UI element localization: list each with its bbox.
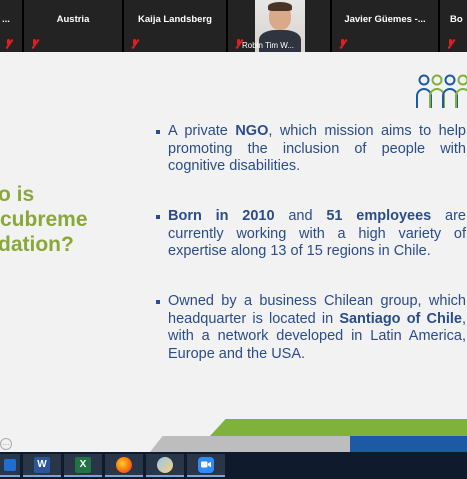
- shared-slide: o is cubreme dation? A private NGO, whic…: [0, 52, 467, 452]
- question-line: cubreme: [0, 208, 88, 231]
- mic-muted-icon: [130, 39, 139, 48]
- mic-muted-icon: [30, 39, 39, 48]
- windows-icon: [4, 458, 16, 471]
- people-icon: [416, 74, 467, 108]
- mic-muted-icon: [338, 39, 347, 48]
- zoom-icon: [198, 456, 214, 473]
- more-options-button[interactable]: ...: [0, 438, 12, 450]
- firefox-icon: [116, 456, 132, 473]
- excel-icon: X: [75, 456, 91, 473]
- taskbar-firefox[interactable]: [105, 454, 143, 477]
- bullet-marker: [156, 215, 160, 219]
- participant-strip: ... Austria Kaija Landsberg Robin Tim W.…: [0, 0, 467, 52]
- taskbar-paint[interactable]: [146, 454, 184, 477]
- participant-name: Austria: [56, 14, 90, 25]
- taskbar-excel[interactable]: X: [64, 454, 102, 477]
- paint-icon: [157, 456, 173, 473]
- taskbar-start[interactable]: [0, 454, 20, 477]
- participant-video-tile[interactable]: Robin Tim W...: [228, 0, 332, 52]
- decorative-stripe: [350, 436, 467, 452]
- slide-bullet: Owned by a business Chilean group, which…: [156, 293, 466, 363]
- participant-tile[interactable]: Austria: [24, 0, 124, 52]
- taskbar: W X: [0, 452, 467, 479]
- bullet-marker: [156, 300, 160, 304]
- mic-muted-icon: [446, 39, 455, 48]
- participant-tile[interactable]: ...: [0, 0, 24, 52]
- participant-name: Robin Tim W...: [242, 41, 295, 50]
- bullet-marker: [156, 130, 160, 134]
- participant-tile[interactable]: Bo: [440, 0, 467, 52]
- mic-muted-icon: [4, 39, 13, 48]
- participant-name: Kaija Landsberg: [138, 14, 212, 25]
- decorative-stripe: [150, 436, 360, 452]
- question-line: o is: [0, 183, 35, 206]
- participant-name: Javier Güemes -...: [344, 14, 426, 25]
- slide-question-title: o is cubreme dation?: [0, 182, 88, 257]
- taskbar-zoom[interactable]: [187, 454, 225, 477]
- decorative-stripe: [210, 419, 467, 436]
- participant-tile[interactable]: Kaija Landsberg: [124, 0, 228, 52]
- word-icon: W: [34, 456, 50, 473]
- taskbar-word[interactable]: W: [23, 454, 61, 477]
- participant-tile[interactable]: Javier Güemes -...: [332, 0, 440, 52]
- participant-name: Bo: [450, 14, 463, 25]
- participant-name: ...: [2, 14, 10, 25]
- question-line: dation?: [0, 233, 74, 256]
- slide-bullet: Born in 2010 and 51 employees are curren…: [156, 208, 466, 261]
- slide-bullet: A private NGO, which mission aims to hel…: [156, 123, 466, 176]
